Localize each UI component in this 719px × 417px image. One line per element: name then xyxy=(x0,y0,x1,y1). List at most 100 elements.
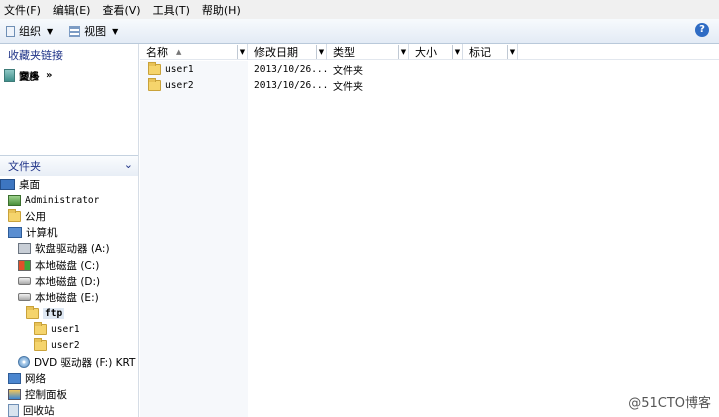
menu-edit[interactable]: 编辑(E) xyxy=(53,2,91,18)
folder-icon xyxy=(8,208,21,222)
double-chevron-right-icon: » xyxy=(46,69,53,81)
tree-item-label: user1 xyxy=(51,324,80,336)
toolbar: 组织 ▼ 视图 ▼ ? xyxy=(0,19,719,44)
file-type: 文件夹 xyxy=(333,82,363,93)
tree-item-label: 本地磁盘 (D:) xyxy=(35,275,101,288)
sorted-column-shade xyxy=(140,61,248,417)
tree-item[interactable]: 网络 xyxy=(0,370,138,386)
organize-label: 组织 xyxy=(19,25,41,38)
tree-item-label: ftp xyxy=(43,308,65,320)
folder-tree: 桌面 Administrator 公用计算机 软盘驱动器 (A:) 本地磁盘 (C:) 本… xyxy=(0,176,138,417)
file-name: user2 xyxy=(165,80,194,91)
file-name-cell: user1 xyxy=(148,62,194,75)
tree-item[interactable]: 本地磁盘 (C:) xyxy=(0,257,138,273)
chevron-down-icon: ▼ xyxy=(47,26,54,36)
organize-button[interactable]: 组织 ▼ xyxy=(6,23,53,39)
chevron-down-icon[interactable]: ▼ xyxy=(316,45,326,59)
navigation-pane: 收藏夹链接 文档 图片 音乐 更多 » 文件夹 ⌄ 桌面 Administrato… xyxy=(0,44,139,417)
favorites-header: 收藏夹链接 xyxy=(8,49,63,62)
more-label: 更多 xyxy=(20,71,40,83)
drive-icon xyxy=(18,277,31,286)
column-label: 大小 xyxy=(415,46,437,59)
tree-item-label: DVD 驱动器 (F:) KRT xyxy=(34,356,136,369)
column-header-row: 名称 ▲ ▼ 修改日期 ▼ 类型 ▼ 大小 ▼ 标记 ▼ xyxy=(140,44,719,60)
drive-icon xyxy=(18,293,31,302)
chevron-down-icon[interactable]: ▼ xyxy=(507,45,517,59)
user-folder-icon xyxy=(8,194,21,206)
tree-item[interactable]: 本地磁盘 (E:) xyxy=(0,289,138,305)
folder-icon xyxy=(148,78,161,91)
views-label: 视图 xyxy=(84,25,107,38)
watermark: @51CTO博客 xyxy=(628,396,711,411)
menu-help[interactable]: 帮助(H) xyxy=(202,2,241,18)
tree-item[interactable]: 控制面板 xyxy=(0,386,138,402)
tree-item-label: 桌面 xyxy=(19,178,40,191)
column-name[interactable]: 名称 ▲ ▼ xyxy=(140,44,248,60)
views-icon xyxy=(69,25,81,37)
tree-item[interactable]: 本地磁盘 (D:) xyxy=(0,273,138,289)
tree-item-label: 本地磁盘 (C:) xyxy=(35,259,100,272)
file-type: 文件夹 xyxy=(333,66,363,77)
tree-item[interactable]: 计算机 xyxy=(0,225,138,241)
tree-item-label: user2 xyxy=(51,340,80,352)
chevron-down-icon[interactable]: ⌄ xyxy=(124,158,133,171)
desktop-icon xyxy=(0,178,15,190)
tree-item[interactable]: Administrator xyxy=(0,192,138,208)
column-label: 标记 xyxy=(469,46,491,59)
file-modified: 2013/10/26... xyxy=(254,80,329,91)
chevron-down-icon[interactable]: ▼ xyxy=(398,45,408,59)
floppy-drive-icon xyxy=(18,243,31,255)
tree-item-label: 本地磁盘 (E:) xyxy=(35,291,99,304)
tree-item-label: Administrator xyxy=(25,194,100,206)
favorite-more[interactable]: 更多 » xyxy=(0,66,52,84)
tree-item[interactable]: 软盘驱动器 (A:) xyxy=(0,241,138,257)
menu-bar: 文件(F) 编辑(E) 查看(V) 工具(T) 帮助(H) xyxy=(0,0,719,19)
column-tags[interactable]: 标记 ▼ xyxy=(463,44,518,60)
column-size[interactable]: 大小 ▼ xyxy=(409,44,463,60)
folder-icon xyxy=(34,338,47,352)
tree-item-label: 回收站 xyxy=(23,405,55,417)
column-label: 修改日期 xyxy=(254,46,298,59)
organize-icon xyxy=(6,25,15,37)
chevron-down-icon: ▼ xyxy=(112,26,119,36)
folder-icon xyxy=(148,62,161,75)
file-list: 名称 ▲ ▼ 修改日期 ▼ 类型 ▼ 大小 ▼ 标记 ▼ user1 2013/1… xyxy=(140,44,719,417)
network-icon xyxy=(8,372,21,384)
file-modified: 2013/10/26... xyxy=(254,64,329,75)
help-icon[interactable]: ? xyxy=(695,23,709,37)
views-button[interactable]: 视图 ▼ xyxy=(69,23,118,39)
folder-icon xyxy=(26,306,39,320)
tree-item-label: 计算机 xyxy=(26,227,58,240)
tree-item[interactable]: ftp xyxy=(0,306,138,322)
control-panel-icon xyxy=(8,389,21,401)
tree-item[interactable]: user1 xyxy=(0,322,138,338)
sort-ascending-icon: ▲ xyxy=(176,48,182,56)
column-label: 名称 xyxy=(146,46,168,59)
tree-item[interactable]: 桌面 xyxy=(0,176,138,192)
tree-item[interactable]: user2 xyxy=(0,338,138,354)
tree-item[interactable]: DVD 驱动器 (F:) KRT xyxy=(0,354,138,370)
system-drive-icon xyxy=(18,259,31,271)
folders-header[interactable]: 文件夹 ⌄ xyxy=(0,156,138,176)
folders-header-label: 文件夹 xyxy=(8,160,41,173)
file-name: user1 xyxy=(165,64,194,75)
column-type[interactable]: 类型 ▼ xyxy=(327,44,409,60)
menu-view[interactable]: 查看(V) xyxy=(102,2,140,18)
file-name-cell: user2 xyxy=(148,78,194,91)
folder-icon xyxy=(34,322,47,336)
column-label: 类型 xyxy=(333,46,355,59)
tree-item[interactable]: 公用 xyxy=(0,208,138,224)
recycle-bin-icon xyxy=(8,404,19,417)
chevron-down-icon[interactable]: ▼ xyxy=(237,45,247,59)
column-modified[interactable]: 修改日期 ▼ xyxy=(248,44,327,60)
tree-item-label: 控制面板 xyxy=(25,389,67,402)
tree-item-label: 公用 xyxy=(25,210,46,223)
file-row[interactable]: user1 2013/10/26... 文件夹 xyxy=(140,62,719,77)
menu-tools[interactable]: 工具(T) xyxy=(153,2,190,18)
chevron-down-icon[interactable]: ▼ xyxy=(452,45,462,59)
menu-file[interactable]: 文件(F) xyxy=(4,2,41,18)
dvd-drive-icon xyxy=(18,356,30,369)
tree-item[interactable]: 回收站 xyxy=(0,403,138,417)
tree-item-label: 网络 xyxy=(25,372,46,385)
file-row[interactable]: user2 2013/10/26... 文件夹 xyxy=(140,78,719,93)
